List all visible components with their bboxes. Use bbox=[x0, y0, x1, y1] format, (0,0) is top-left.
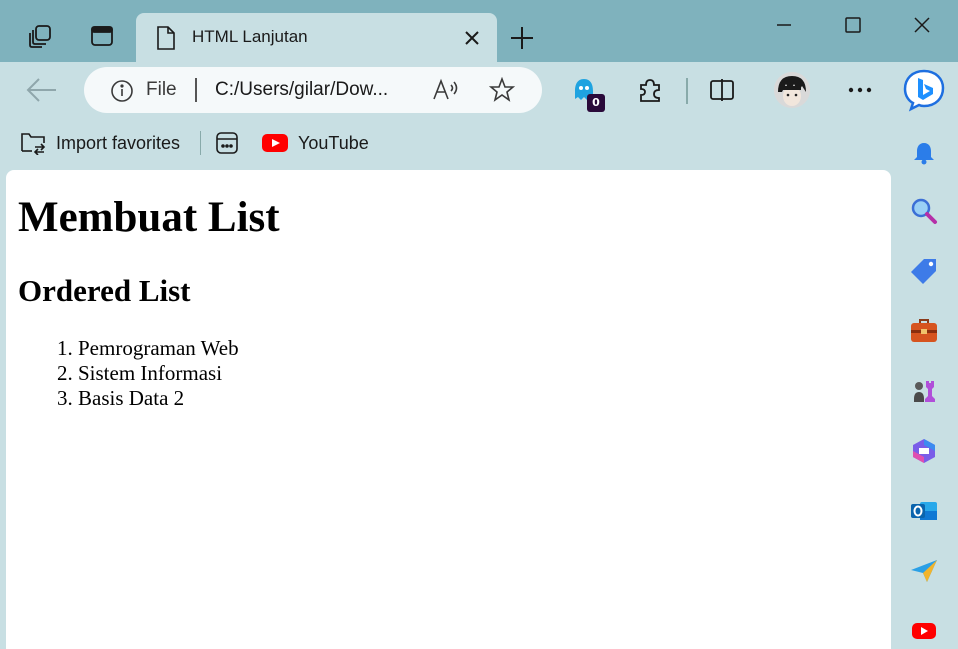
games-button[interactable] bbox=[906, 373, 942, 409]
bing-icon bbox=[903, 69, 945, 112]
price-tag-icon bbox=[911, 259, 936, 284]
minimize-icon bbox=[777, 24, 791, 26]
read-aloud-icon[interactable] bbox=[432, 77, 460, 103]
chess-pieces-icon bbox=[914, 381, 935, 402]
back-arrow-icon[interactable] bbox=[24, 74, 60, 106]
split-screen-icon bbox=[710, 79, 734, 101]
youtube-favorite[interactable]: YouTube bbox=[262, 128, 369, 158]
star-icon[interactable] bbox=[489, 77, 515, 103]
extension-badge: 0 bbox=[587, 94, 605, 112]
bing-chat-button[interactable] bbox=[902, 68, 946, 112]
import-favorites-label: Import favorites bbox=[56, 132, 181, 153]
youtube-label: YouTube bbox=[298, 132, 369, 153]
profile-avatar[interactable] bbox=[774, 72, 810, 108]
tab-title: HTML Lanjutan bbox=[192, 27, 308, 46]
tab-strip: HTML Lanjutan bbox=[0, 0, 958, 62]
app-window-icon bbox=[216, 132, 238, 154]
puzzle-icon bbox=[640, 79, 660, 102]
import-favorites-button[interactable]: Import favorites bbox=[20, 128, 180, 158]
omnibox-divider bbox=[195, 78, 197, 102]
extensions-button[interactable] bbox=[634, 74, 666, 106]
list-item: Pemrograman Web bbox=[78, 336, 239, 361]
send-button[interactable] bbox=[906, 553, 942, 589]
page-content: Membuat List Ordered List Pemrograman We… bbox=[6, 170, 891, 649]
vertical-tabs-button[interactable] bbox=[78, 14, 126, 58]
address-bar[interactable]: File C:/Users/gilar/Dow... bbox=[84, 67, 542, 113]
tools-button[interactable] bbox=[906, 313, 942, 349]
shopping-button[interactable] bbox=[906, 253, 942, 289]
notifications-button[interactable] bbox=[906, 135, 942, 171]
apps-button[interactable] bbox=[215, 128, 239, 158]
paper-plane-icon bbox=[911, 560, 937, 582]
search-sidebar-button[interactable] bbox=[906, 193, 942, 229]
youtube-sidebar-button[interactable] bbox=[906, 613, 942, 649]
maximize-icon bbox=[845, 17, 861, 33]
import-folder-icon bbox=[21, 133, 46, 155]
active-tab[interactable]: HTML Lanjutan bbox=[136, 13, 497, 62]
new-tab-icon[interactable] bbox=[508, 24, 536, 52]
youtube-icon bbox=[262, 134, 288, 152]
list-item: Basis Data 2 bbox=[78, 386, 239, 411]
info-icon[interactable] bbox=[110, 79, 134, 103]
split-screen-button[interactable] bbox=[706, 74, 738, 106]
toolbox-icon bbox=[911, 319, 937, 342]
document-icon bbox=[157, 26, 175, 50]
tab-actions-icon bbox=[91, 26, 113, 46]
close-tab-icon[interactable] bbox=[462, 28, 482, 48]
youtube-icon bbox=[912, 623, 936, 639]
microsoft-365-button[interactable] bbox=[906, 433, 942, 469]
settings-more-button[interactable] bbox=[844, 74, 876, 106]
list-item: Sistem Informasi bbox=[78, 361, 239, 386]
bell-icon bbox=[914, 143, 934, 165]
toolbar-divider bbox=[686, 78, 688, 104]
more-icon bbox=[848, 87, 872, 93]
page-heading: Membuat List bbox=[18, 194, 280, 241]
url-text[interactable]: C:/Users/gilar/Dow... bbox=[215, 79, 388, 101]
outlook-icon bbox=[911, 502, 937, 520]
search-icon bbox=[911, 198, 937, 224]
close-window-button[interactable] bbox=[902, 10, 942, 40]
ordered-list: Pemrograman Web Sistem Informasi Basis D… bbox=[78, 336, 239, 411]
maximize-button[interactable] bbox=[833, 10, 873, 40]
close-icon bbox=[914, 17, 930, 33]
workspaces-icon bbox=[29, 25, 51, 48]
workspaces-button[interactable] bbox=[16, 14, 64, 58]
m365-icon bbox=[913, 439, 935, 463]
scheme-label: File bbox=[146, 79, 177, 100]
favorites-divider bbox=[200, 131, 201, 155]
minimize-button[interactable] bbox=[764, 10, 804, 40]
avatar-icon bbox=[774, 72, 810, 108]
page-subheading: Ordered List bbox=[18, 273, 191, 308]
outlook-button[interactable] bbox=[906, 493, 942, 529]
